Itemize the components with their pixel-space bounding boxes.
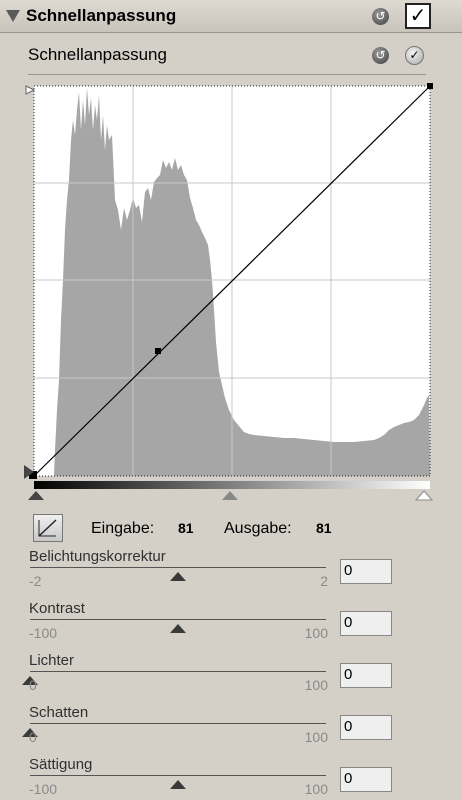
ausgabe-label: Ausgabe: xyxy=(224,520,292,537)
ausgabe-value: 81 xyxy=(316,520,332,536)
slider-thumb[interactable] xyxy=(170,780,186,789)
slider-max: 100 xyxy=(304,625,328,641)
slider-max: 100 xyxy=(304,677,328,693)
eingabe-value: 81 xyxy=(178,520,194,536)
slider-track[interactable] xyxy=(30,619,326,620)
slider-track[interactable] xyxy=(30,567,326,568)
black-input-marker[interactable] xyxy=(28,491,44,500)
section-reset-icon[interactable]: ↺ xyxy=(372,47,389,64)
slider-value-field[interactable]: 0 xyxy=(340,715,392,740)
enable-checkbox[interactable]: ✓ xyxy=(405,3,431,29)
white-input-marker[interactable] xyxy=(414,490,434,501)
slider-track[interactable] xyxy=(30,723,326,724)
reset-icon[interactable]: ↺ xyxy=(372,8,389,25)
slider-value-field[interactable]: 0 xyxy=(340,767,392,792)
auto-adjust-icon[interactable]: ✓ xyxy=(405,46,424,65)
collapse-triangle-icon[interactable] xyxy=(6,10,20,22)
slider-min: -2 xyxy=(29,573,42,589)
curve-tool-button[interactable] xyxy=(33,514,63,542)
section-title: Schnellanpassung xyxy=(28,45,167,64)
gamma-input-marker[interactable] xyxy=(222,491,238,500)
panel-title: Schnellanpassung xyxy=(26,6,177,25)
slider-label: Schatten xyxy=(29,704,89,721)
eingabe-label: Eingabe: xyxy=(91,520,155,537)
slider-value-field[interactable]: 0 xyxy=(340,663,392,688)
slider-max: 2 xyxy=(320,573,328,589)
slider-max: 100 xyxy=(304,781,328,797)
slider-label: Belichtungskorrektur xyxy=(29,548,166,565)
slider-track[interactable] xyxy=(30,775,326,776)
slider-max: 100 xyxy=(304,729,328,745)
slider-thumb[interactable] xyxy=(170,624,186,633)
curve-editor[interactable] xyxy=(24,80,438,505)
slider-value-field[interactable]: 0 xyxy=(340,611,392,636)
curve-point-mid[interactable] xyxy=(155,348,161,354)
curve-point-white[interactable] xyxy=(427,83,433,89)
slider-min: 0 xyxy=(29,729,37,745)
input-gradient-bar xyxy=(34,481,430,489)
slider-label: Sättigung xyxy=(29,756,93,773)
divider xyxy=(28,74,426,75)
slider-track[interactable] xyxy=(30,671,326,672)
slider-min: 0 xyxy=(29,677,37,693)
white-output-marker[interactable] xyxy=(25,85,36,95)
slider-label: Kontrast xyxy=(29,600,85,617)
slider-label: Lichter xyxy=(29,652,75,669)
slider-value-field[interactable]: 0 xyxy=(340,559,392,584)
slider-thumb[interactable] xyxy=(170,572,186,581)
curve-tool-icon xyxy=(38,519,57,537)
slider-min: -100 xyxy=(29,781,58,797)
slider-min: -100 xyxy=(29,625,58,641)
